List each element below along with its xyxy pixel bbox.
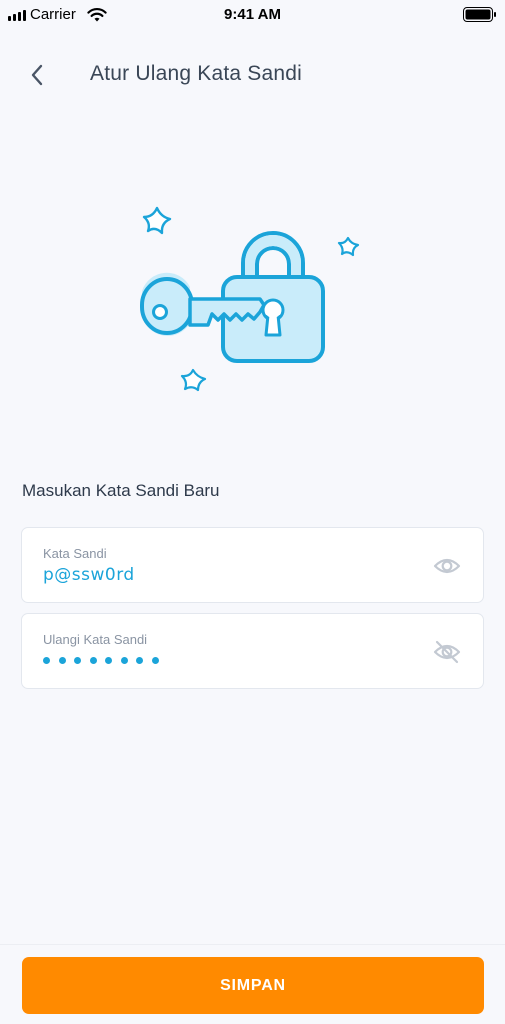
page-title: Atur Ulang Kata Sandi [90,62,302,85]
header: Atur Ulang Kata Sandi [0,52,505,98]
sparkle-icon [180,368,207,392]
confirm-password-field[interactable]: Ulangi Kata Sandi [21,613,484,689]
chevron-left-icon [31,64,43,86]
key-and-padlock-illustration [140,206,360,392]
toggle-password-visibility-button[interactable] [433,552,461,580]
password-label: Kata Sandi [43,546,107,561]
password-value[interactable]: p@ssw0rd [43,565,135,585]
battery-icon [463,7,496,22]
status-bar: Carrier 9:41 AM [0,0,505,30]
sparkle-icon [337,236,360,257]
eye-icon [433,558,461,574]
bottom-action-bar: SIMPAN [0,944,505,1024]
section-title: Masukan Kata Sandi Baru [22,481,220,500]
password-field[interactable]: Kata Sandi p@ssw0rd [21,527,484,603]
back-button[interactable] [22,60,52,90]
masked-password-dots[interactable] [43,657,159,664]
eye-off-icon [433,640,461,664]
status-time: 9:41 AM [224,6,281,23]
sparkle-icon [142,206,172,235]
toggle-confirm-password-visibility-button[interactable] [433,638,461,666]
confirm-password-label: Ulangi Kata Sandi [43,632,148,647]
save-button[interactable]: SIMPAN [22,957,484,1014]
